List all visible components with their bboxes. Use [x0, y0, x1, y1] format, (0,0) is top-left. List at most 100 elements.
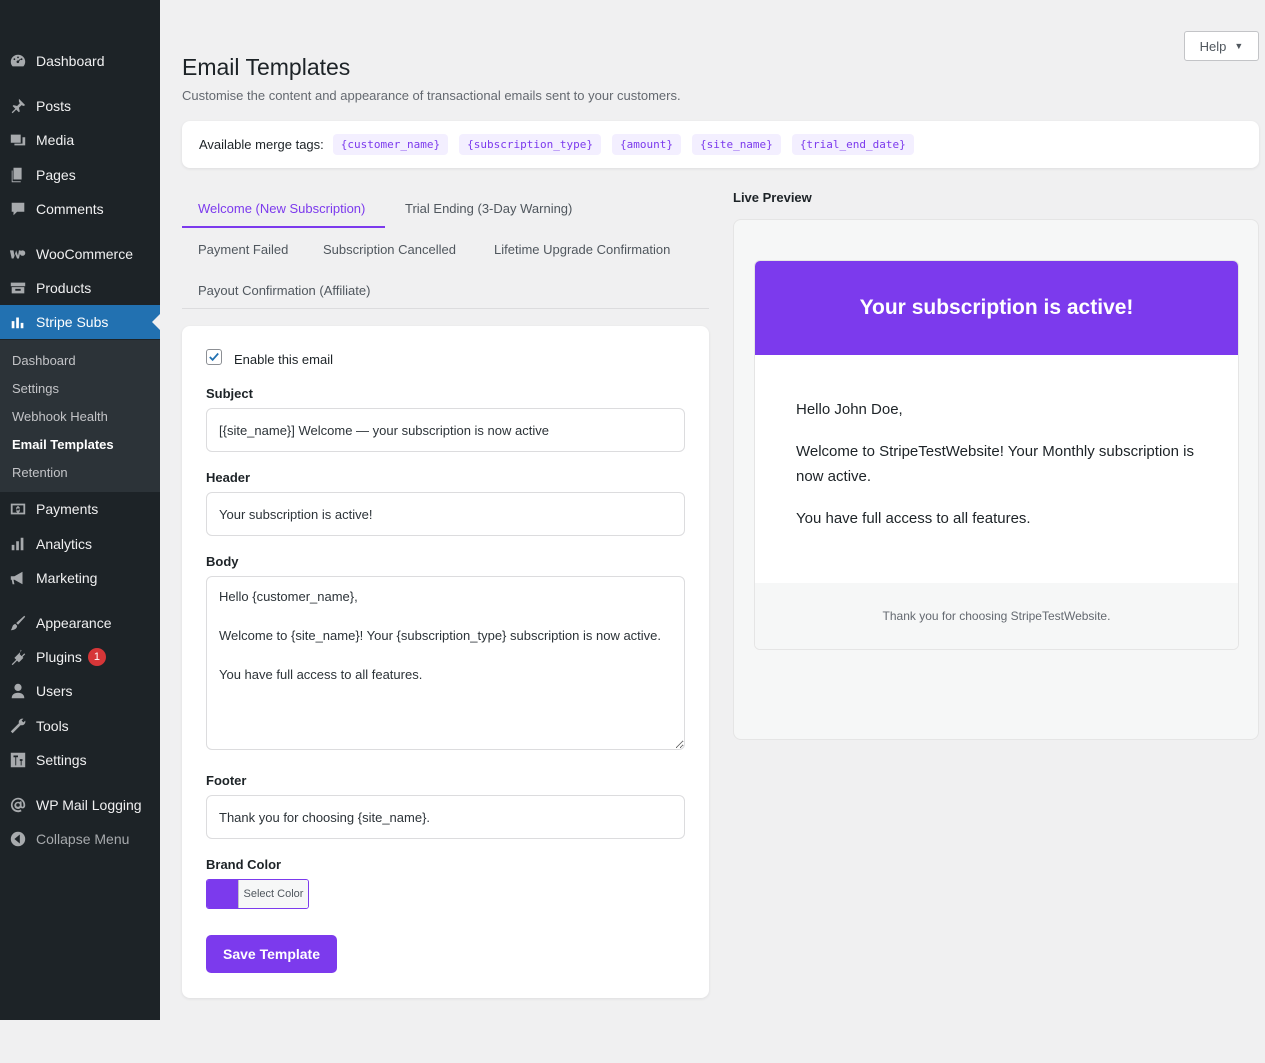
- color-swatch: [207, 880, 238, 908]
- user-icon: [0, 682, 36, 700]
- subject-label: Subject: [206, 386, 253, 401]
- tabs-divider: [182, 308, 709, 309]
- comment-icon: [0, 200, 36, 218]
- chart-bar-icon: [0, 535, 36, 553]
- megaphone-icon: [0, 569, 36, 587]
- submenu-email-templates[interactable]: Email Templates: [12, 437, 114, 452]
- footer-input[interactable]: [206, 795, 685, 839]
- select-color-label: Select Color: [238, 880, 308, 908]
- page-description: Customise the content and appearance of …: [182, 88, 681, 103]
- body-textarea[interactable]: Hello {customer_name}, Welcome to {site_…: [206, 576, 685, 750]
- settings-icon: [0, 751, 36, 769]
- menu-label: Pages: [36, 167, 76, 183]
- menu-label: Comments: [36, 201, 104, 217]
- menu-label: Users: [36, 683, 73, 699]
- menu-woocommerce[interactable]: WooCommerce: [0, 237, 160, 271]
- menu-label: Stripe Subs: [36, 314, 109, 330]
- wrench-icon: [0, 717, 36, 735]
- tab-trial-ending[interactable]: Trial Ending (3-Day Warning): [405, 201, 572, 216]
- tab-lifetime-upgrade[interactable]: Lifetime Upgrade Confirmation: [494, 242, 670, 257]
- menu-label: Plugins: [36, 649, 82, 665]
- enable-email-checkbox[interactable]: [206, 349, 222, 365]
- menu-label: Settings: [36, 752, 87, 768]
- brush-icon: [0, 614, 36, 632]
- menu-stripe-subs[interactable]: Stripe Subs: [0, 305, 160, 339]
- menu-pages[interactable]: Pages: [0, 158, 160, 192]
- tab-payout-confirmation[interactable]: Payout Confirmation (Affiliate): [198, 283, 370, 298]
- brand-color-label: Brand Color: [206, 857, 282, 872]
- header-input[interactable]: [206, 492, 685, 536]
- menu-label: Products: [36, 280, 92, 296]
- body-label: Body: [206, 554, 239, 569]
- menu-tools[interactable]: Tools: [0, 709, 160, 743]
- menu-label: Posts: [36, 98, 72, 114]
- menu-products[interactable]: Products: [0, 271, 160, 305]
- live-preview-label: Live Preview: [733, 190, 812, 205]
- email-preview-body: Hello John Doe, Welcome to StripeTestWeb…: [796, 397, 1196, 548]
- menu-marketing[interactable]: Marketing: [0, 561, 160, 595]
- woocommerce-icon: [0, 245, 36, 263]
- merge-tag[interactable]: {customer_name}: [332, 134, 449, 155]
- email-greeting: Hello John Doe,: [796, 401, 903, 418]
- menu-posts[interactable]: Posts: [0, 89, 160, 123]
- tab-payment-failed[interactable]: Payment Failed: [198, 242, 288, 257]
- merge-tag[interactable]: {site_name}: [691, 134, 781, 155]
- menu-appearance[interactable]: Appearance: [0, 606, 160, 640]
- collapse-icon: [0, 830, 36, 848]
- email-paragraph: You have full access to all features.: [796, 510, 1031, 527]
- menu-label: WooCommerce: [36, 246, 133, 262]
- live-preview-panel: Your subscription is active! Hello John …: [733, 219, 1259, 740]
- merge-tag[interactable]: {subscription_type}: [459, 134, 601, 155]
- help-button[interactable]: Help ▼: [1184, 31, 1259, 61]
- plugin-icon: [0, 648, 36, 666]
- caret-down-icon: ▼: [1234, 41, 1244, 51]
- submenu-webhook-health[interactable]: Webhook Health: [12, 409, 108, 424]
- email-paragraph: Welcome to StripeTestWebsite! Your Month…: [796, 443, 1194, 485]
- email-preview: Your subscription is active! Hello John …: [754, 260, 1239, 650]
- archive-icon: [0, 279, 36, 297]
- submenu-dashboard[interactable]: Dashboard: [12, 353, 76, 368]
- header-label: Header: [206, 470, 251, 485]
- menu-analytics[interactable]: Analytics: [0, 527, 160, 561]
- merge-tag[interactable]: {amount}: [611, 134, 681, 155]
- pin-icon: [0, 97, 36, 115]
- chart-bar-icon: [0, 313, 36, 331]
- admin-sidebar: Dashboard Posts Media Pages Comments Woo…: [0, 0, 160, 1020]
- stripe-subs-submenu: Dashboard Settings Webhook Health Email …: [0, 340, 160, 492]
- menu-label: Payments: [36, 501, 99, 517]
- footer-label: Footer: [206, 773, 247, 788]
- tab-welcome[interactable]: Welcome (New Subscription): [198, 201, 365, 216]
- active-tab-indicator: [182, 226, 385, 228]
- menu-label: WP Mail Logging: [36, 797, 142, 813]
- merge-tags-label: Available merge tags:: [199, 137, 324, 152]
- merge-tag[interactable]: {trial_end_date}: [791, 134, 914, 155]
- enable-email-label: Enable this email: [234, 352, 333, 367]
- dashboard-icon: [0, 52, 36, 70]
- menu-plugins[interactable]: Plugins 1: [0, 640, 160, 674]
- media-icon: [0, 131, 36, 149]
- brand-color-picker[interactable]: Select Color: [206, 879, 309, 909]
- email-preview-footer: Thank you for choosing StripeTestWebsite…: [755, 583, 1238, 649]
- subject-input[interactable]: [206, 408, 685, 452]
- at-icon: [0, 796, 36, 814]
- menu-wp-mail-logging[interactable]: WP Mail Logging: [0, 788, 160, 822]
- money-icon: [0, 500, 36, 518]
- save-template-button[interactable]: Save Template: [206, 935, 337, 973]
- tab-subscription-cancelled[interactable]: Subscription Cancelled: [323, 242, 456, 257]
- submenu-settings[interactable]: Settings: [12, 381, 59, 396]
- pages-icon: [0, 166, 36, 184]
- menu-dashboard[interactable]: Dashboard: [0, 44, 160, 78]
- plugin-update-badge: 1: [87, 648, 106, 666]
- collapse-menu-button[interactable]: Collapse Menu: [0, 822, 160, 856]
- menu-comments[interactable]: Comments: [0, 192, 160, 226]
- menu-label: Media: [36, 132, 75, 148]
- menu-label: Analytics: [36, 536, 93, 552]
- menu-settings[interactable]: Settings: [0, 743, 160, 777]
- menu-payments[interactable]: Payments: [0, 492, 160, 526]
- email-preview-header: Your subscription is active!: [755, 261, 1238, 355]
- menu-label: Marketing: [36, 570, 98, 586]
- menu-media[interactable]: Media: [0, 123, 160, 157]
- menu-label: Dashboard: [36, 53, 105, 69]
- submenu-retention[interactable]: Retention: [12, 465, 68, 480]
- menu-users[interactable]: Users: [0, 674, 160, 708]
